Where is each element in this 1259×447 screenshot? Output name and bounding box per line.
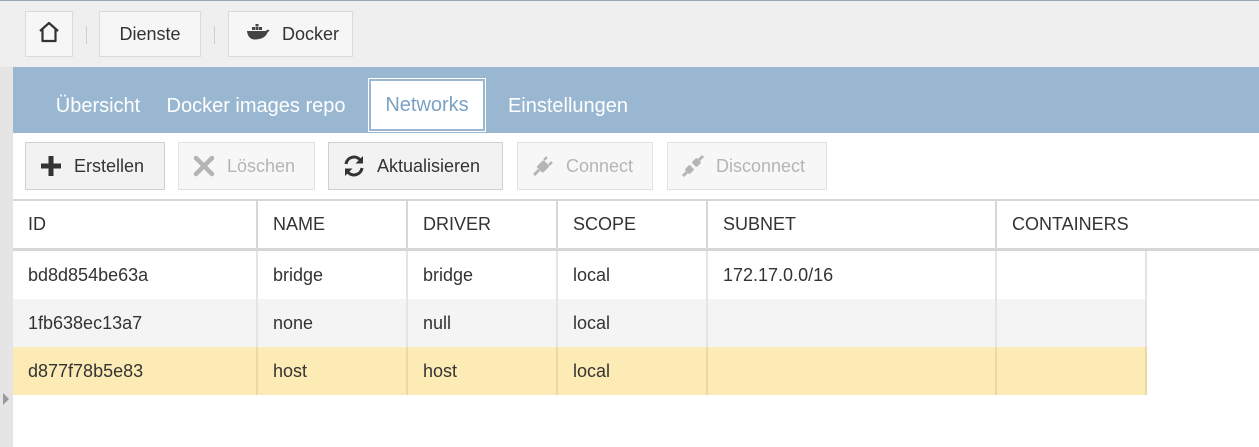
table-row[interactable]: 1fb638ec13a7 none null local [13, 299, 1147, 347]
column-header-scope[interactable]: SCOPE [558, 201, 708, 248]
side-panel-strip [0, 67, 13, 447]
delete-button[interactable]: Löschen [178, 142, 315, 190]
cell-name: host [258, 347, 408, 395]
disconnect-button[interactable]: Disconnect [667, 142, 827, 190]
docker-whale-icon [246, 23, 270, 45]
tab-uebersicht[interactable]: Übersicht [40, 81, 156, 131]
cell-subnet: 172.17.0.0/16 [708, 251, 997, 299]
column-header-containers[interactable]: CONTAINERS [997, 201, 1259, 248]
refresh-button-label: Aktualisieren [377, 155, 481, 176]
home-icon [37, 20, 61, 49]
toolbar: Erstellen Löschen Aktualisieren Connect [13, 133, 1259, 199]
x-icon [191, 153, 217, 179]
plug-connect-icon [530, 153, 556, 179]
column-header-subnet[interactable]: SUBNET [708, 201, 997, 248]
expand-panel-arrow-icon[interactable] [3, 393, 9, 405]
networks-table: ID NAME DRIVER SCOPE SUBNET CONTAINERS b… [13, 199, 1259, 395]
column-header-id[interactable]: ID [13, 201, 258, 248]
cell-containers [997, 299, 1147, 347]
tab-einstellungen[interactable]: Einstellungen [504, 81, 632, 131]
breadcrumb-docker[interactable]: Docker [228, 11, 353, 57]
cell-containers [997, 347, 1147, 395]
column-header-driver[interactable]: DRIVER [408, 201, 558, 248]
breadcrumb-separator [214, 26, 215, 44]
breadcrumb-separator [86, 26, 87, 44]
breadcrumb-dienste-label: Dienste [119, 23, 181, 44]
cell-subnet [708, 299, 997, 347]
table-header: ID NAME DRIVER SCOPE SUBNET CONTAINERS [13, 199, 1259, 251]
refresh-button[interactable]: Aktualisieren [328, 142, 503, 190]
cell-id: 1fb638ec13a7 [13, 299, 258, 347]
breadcrumb-dienste[interactable]: Dienste [99, 11, 201, 57]
plus-icon [38, 153, 64, 179]
cell-scope: local [558, 299, 708, 347]
breadcrumb-docker-label: Docker [281, 23, 339, 44]
refresh-icon [341, 153, 367, 179]
table-row-selected[interactable]: d877f78b5e83 host host local [13, 347, 1147, 395]
disconnect-button-label: Disconnect [716, 155, 806, 176]
cell-containers [997, 251, 1147, 299]
tab-networks[interactable]: Networks [368, 78, 486, 132]
cell-scope: local [558, 251, 708, 299]
cell-driver: bridge [408, 251, 558, 299]
cell-name: bridge [258, 251, 408, 299]
cell-scope: local [558, 347, 708, 395]
tab-bar: Übersicht Docker images repo Networks Ei… [13, 67, 1259, 133]
cell-driver: host [408, 347, 558, 395]
create-button-label: Erstellen [74, 155, 145, 176]
cell-id: d877f78b5e83 [13, 347, 258, 395]
create-button[interactable]: Erstellen [25, 142, 165, 190]
plug-disconnect-icon [680, 153, 706, 179]
cell-driver: null [408, 299, 558, 347]
home-button[interactable] [25, 11, 73, 57]
column-header-name[interactable]: NAME [258, 201, 408, 248]
delete-button-label: Löschen [227, 155, 296, 176]
cell-name: none [258, 299, 408, 347]
connect-button-label: Connect [566, 155, 634, 176]
cell-id: bd8d854be63a [13, 251, 258, 299]
tab-docker-images-repo[interactable]: Docker images repo [163, 81, 349, 131]
breadcrumb: Dienste Docker [0, 0, 1259, 67]
connect-button[interactable]: Connect [517, 142, 653, 190]
cell-subnet [708, 347, 997, 395]
table-row[interactable]: bd8d854be63a bridge bridge local 172.17.… [13, 251, 1147, 299]
